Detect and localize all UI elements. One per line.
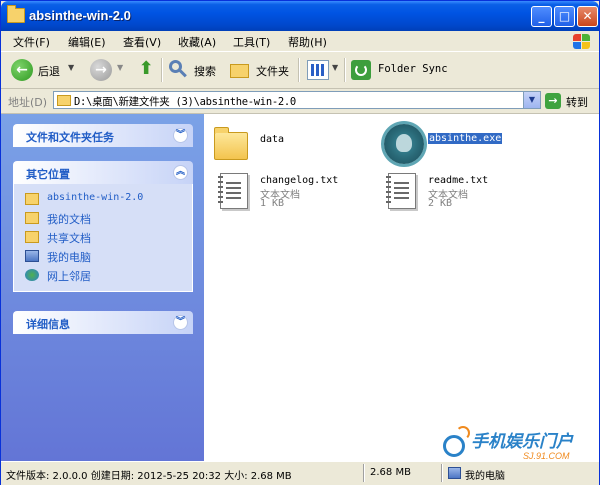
chevron-down-icon[interactable]: ︾ [173, 128, 188, 143]
address-path: D:\桌面\新建文件夹 (3)\absinthe-win-2.0 [74, 96, 296, 108]
menu-edit[interactable]: 编辑(E) [68, 34, 106, 50]
explorer-window: absinthe-win-2.0 _ □ ✕ 文件(F) 编辑(E) 查看(V)… [0, 0, 600, 485]
address-bar: 地址(D) D:\桌面\新建文件夹 (3)\absinthe-win-2.0 ▼… [1, 89, 599, 114]
folder-sync-icon[interactable] [351, 60, 371, 80]
menu-view[interactable]: 查看(V) [123, 34, 161, 50]
place-link-label: absinthe-win-2.0 [47, 192, 144, 203]
folders-button-label[interactable]: 文件夹 [256, 63, 289, 79]
place-link-label: 我的文档 [47, 213, 91, 226]
details-header[interactable]: 详细信息 ︾ [13, 311, 193, 334]
folder-icon [214, 127, 248, 160]
back-dropdown-icon[interactable]: ▼ [68, 63, 74, 72]
file-item-selected[interactable]: absinthe.exe [382, 122, 562, 168]
file-name: absinthe.exe [428, 133, 503, 144]
absinthe-app-icon [384, 124, 424, 164]
up-folder-icon[interactable]: ⬆ [135, 58, 157, 80]
place-link-network[interactable]: 网上邻居 [14, 266, 192, 285]
address-input[interactable]: D:\桌面\新建文件夹 (3)\absinthe-win-2.0 ▼ [53, 91, 541, 109]
computer-icon [25, 250, 39, 262]
close-button[interactable]: ✕ [577, 6, 598, 27]
status-file-info: 文件版本: 2.0.0.0 创建日期: 2012-5-25 20:32 大小: … [6, 471, 292, 482]
task-pane: 文件和文件夹任务 ︾ 其它位置 ︽ absinthe-win-2.0 我的文档 [1, 114, 204, 461]
other-places-header[interactable]: 其它位置 ︽ [13, 161, 193, 184]
maximize-button[interactable]: □ [554, 6, 575, 27]
place-link-my-documents[interactable]: 我的文档 [14, 209, 192, 228]
watermark-url: SJ.91.COM [523, 451, 570, 461]
folder-icon [7, 5, 25, 23]
file-tasks-panel: 文件和文件夹任务 ︾ [13, 124, 193, 147]
file-size: 1 KB [260, 198, 285, 209]
views-icon[interactable] [307, 60, 329, 80]
address-dropdown-icon[interactable]: ▼ [523, 92, 540, 108]
toolbar-separator [344, 58, 346, 82]
menu-bar: 文件(F) 编辑(E) 查看(V) 收藏(A) 工具(T) 帮助(H) [1, 31, 599, 52]
place-link-shared-documents[interactable]: 共享文档 [14, 228, 192, 247]
search-button-label[interactable]: 搜索 [194, 63, 216, 79]
menu-file[interactable]: 文件(F) [13, 34, 50, 50]
toolbar: ← 后退 ▼ → ▼ ⬆ 搜索 文件夹 ▼ Folder Sync [1, 52, 599, 89]
back-button-label[interactable]: 后退 [38, 63, 60, 79]
address-label: 地址(D) [8, 96, 48, 109]
place-link-my-computer[interactable]: 我的电脑 [14, 247, 192, 266]
file-item[interactable]: readme.txt 文本文档 2 KB [386, 171, 536, 215]
status-separator [441, 464, 443, 482]
place-link-parent-folder[interactable]: absinthe-win-2.0 [14, 190, 192, 209]
place-link-label: 网上邻居 [47, 270, 91, 283]
menu-tools[interactable]: 工具(T) [233, 34, 270, 50]
file-item[interactable]: changelog.txt 文本文档 1 KB [218, 171, 368, 215]
menu-help[interactable]: 帮助(H) [288, 34, 327, 50]
place-link-label: 我的电脑 [47, 251, 91, 264]
folder-icon [25, 193, 39, 205]
forward-arrow-icon[interactable]: → [90, 59, 112, 81]
views-dropdown-icon[interactable]: ▼ [332, 63, 338, 72]
menu-favorites[interactable]: 收藏(A) [178, 34, 216, 50]
shared-folder-icon [25, 231, 39, 243]
file-name: changelog.txt [260, 175, 339, 186]
other-places-list: absinthe-win-2.0 我的文档 共享文档 我的电脑 网上邻居 [13, 184, 193, 292]
status-separator [363, 464, 365, 482]
other-places-title: 其它位置 [26, 168, 70, 181]
status-size: 2.68 MB [370, 467, 411, 478]
file-size: 2 KB [428, 198, 453, 209]
window-title: absinthe-win-2.0 [29, 8, 131, 23]
place-link-label: 共享文档 [47, 232, 91, 245]
folder-icon [57, 95, 71, 106]
back-arrow-icon[interactable]: ← [11, 59, 33, 81]
status-location: 我的电脑 [465, 471, 505, 482]
file-name: readme.txt [428, 175, 489, 186]
views-icon-grid [311, 64, 325, 76]
details-panel: 详细信息 ︾ [13, 311, 193, 334]
my-documents-icon [25, 212, 39, 224]
watermark-logo: 手机娱乐门户 SJ.91.COM [431, 421, 600, 465]
watermark-icon [443, 426, 470, 457]
file-name: data [260, 134, 285, 145]
watermark-text: 手机娱乐门户 [471, 432, 573, 451]
computer-icon [448, 467, 461, 479]
windows-logo-icon [567, 31, 595, 51]
forward-dropdown-icon[interactable]: ▼ [117, 63, 123, 72]
file-tasks-header[interactable]: 文件和文件夹任务 ︾ [13, 124, 193, 147]
file-tasks-title: 文件和文件夹任务 [26, 131, 114, 144]
folder-sync-icon-arc [355, 64, 367, 76]
chevron-down-icon[interactable]: ︾ [173, 315, 188, 330]
go-arrow-icon[interactable]: → [545, 93, 561, 109]
folders-icon[interactable] [230, 64, 249, 78]
status-bar: 文件版本: 2.0.0.0 创建日期: 2012-5-25 20:32 大小: … [1, 461, 599, 485]
folder-sync-button-label[interactable]: Folder Sync [378, 63, 448, 75]
text-document-icon [218, 173, 248, 209]
file-item[interactable]: data [214, 126, 334, 166]
title-bar[interactable]: absinthe-win-2.0 _ □ ✕ [1, 1, 599, 31]
search-icon-handle [179, 69, 187, 78]
other-places-panel: 其它位置 ︽ absinthe-win-2.0 我的文档 共享文档 我的电脑 网… [13, 161, 193, 292]
network-globe-icon [25, 269, 39, 281]
text-document-icon [386, 173, 416, 209]
go-button-label[interactable]: 转到 [566, 94, 588, 110]
chevron-up-icon[interactable]: ︽ [173, 165, 188, 180]
toolbar-separator [161, 58, 163, 82]
file-list-pane[interactable]: data absinthe.exe changelog.txt 文本文档 1 K… [204, 114, 599, 461]
minimize-button[interactable]: _ [531, 6, 552, 27]
toolbar-separator [298, 58, 300, 82]
details-title: 详细信息 [26, 318, 70, 331]
